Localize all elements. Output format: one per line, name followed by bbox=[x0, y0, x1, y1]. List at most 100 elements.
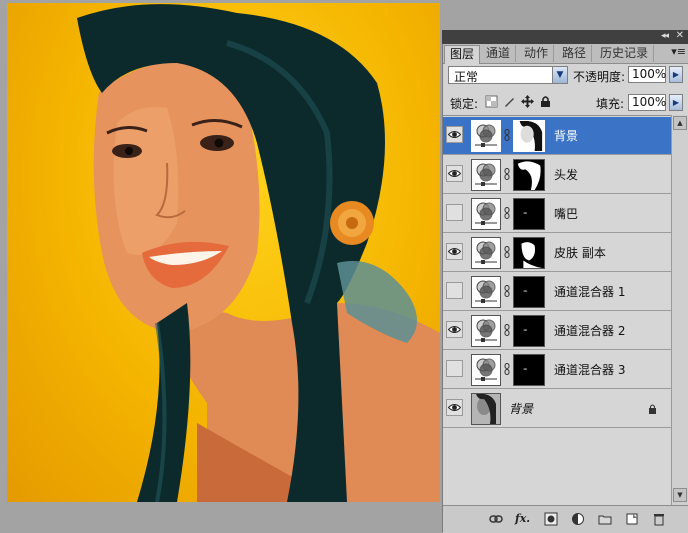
channel-mixer-icon bbox=[475, 241, 497, 264]
layer-row[interactable]: 背景 bbox=[443, 390, 671, 428]
panel-tabs: 图层 通道 动作 路径 历史记录 ▾≡ bbox=[443, 44, 688, 64]
tab-paths[interactable]: 路径 bbox=[557, 45, 593, 62]
eye-icon bbox=[448, 248, 461, 255]
lock-position-icon[interactable] bbox=[521, 95, 534, 108]
opacity-label: 不透明度: bbox=[573, 70, 626, 84]
panel-menu-icon[interactable]: ▾≡ bbox=[671, 45, 686, 58]
adjustment-thumbnail[interactable] bbox=[471, 315, 501, 347]
adjustment-thumbnail[interactable] bbox=[471, 354, 501, 386]
mask-preview-icon bbox=[514, 121, 544, 151]
mask-link-icon[interactable] bbox=[504, 168, 510, 180]
tab-actions[interactable]: 动作 bbox=[519, 45, 555, 62]
channel-mixer-icon bbox=[475, 163, 497, 186]
layer-lock-icon bbox=[649, 404, 656, 414]
mask-preview-icon bbox=[514, 355, 544, 385]
fill-field[interactable]: 100% bbox=[628, 94, 666, 111]
scroll-up-icon[interactable]: ▲ bbox=[673, 116, 687, 130]
layer-mask-thumbnail[interactable] bbox=[513, 120, 545, 152]
channel-mixer-icon bbox=[475, 358, 497, 381]
opacity-field[interactable]: 100% bbox=[628, 66, 666, 83]
mask-link-icon[interactable] bbox=[504, 324, 510, 336]
fill-label: 填充: bbox=[596, 97, 625, 111]
new-group-icon[interactable] bbox=[598, 512, 612, 526]
layer-row[interactable]: 背景 bbox=[443, 117, 671, 155]
opacity-slider-arrow-icon[interactable]: ▶ bbox=[669, 66, 683, 83]
mask-preview-icon bbox=[514, 199, 544, 229]
fill-slider-arrow-icon[interactable]: ▶ bbox=[669, 94, 683, 111]
visibility-toggle[interactable] bbox=[446, 243, 463, 260]
lock-image-pixels-icon[interactable] bbox=[503, 95, 516, 108]
layer-row[interactable]: 通道混合器 1 bbox=[443, 273, 671, 311]
layers-bottom-bar: fx. bbox=[443, 505, 688, 533]
layer-mask-thumbnail[interactable] bbox=[513, 276, 545, 308]
new-layer-icon[interactable] bbox=[625, 512, 639, 526]
channel-mixer-icon bbox=[475, 280, 497, 303]
visibility-toggle[interactable] bbox=[446, 126, 463, 143]
channel-mixer-icon bbox=[475, 124, 497, 147]
mask-link-icon[interactable] bbox=[504, 246, 510, 258]
layer-name: 皮肤 副本 bbox=[554, 246, 606, 260]
layer-name: 头发 bbox=[554, 168, 579, 182]
adjustment-thumbnail[interactable] bbox=[471, 159, 501, 191]
new-adjustment-layer-icon[interactable] bbox=[571, 512, 585, 526]
adjustment-thumbnail[interactable] bbox=[471, 237, 501, 269]
layer-name: 通道混合器 2 bbox=[554, 324, 626, 338]
visibility-toggle[interactable] bbox=[446, 399, 463, 416]
layer-name: 通道混合器 1 bbox=[554, 285, 626, 299]
layer-row[interactable]: 皮肤 副本 bbox=[443, 234, 671, 272]
panel-title-bar: ◂◂ ✕ bbox=[442, 30, 688, 44]
mask-link-icon[interactable] bbox=[504, 363, 510, 375]
eye-icon bbox=[448, 326, 461, 333]
scroll-down-icon[interactable]: ▼ bbox=[673, 488, 687, 502]
layer-mask-thumbnail[interactable] bbox=[513, 198, 545, 230]
mask-link-icon[interactable] bbox=[504, 129, 510, 141]
tab-history[interactable]: 历史记录 bbox=[595, 45, 655, 62]
layers-scrollbar[interactable]: ▲ ▼ bbox=[671, 115, 688, 505]
mask-preview-icon bbox=[514, 160, 544, 190]
tab-layers[interactable]: 图层 bbox=[444, 45, 481, 64]
channel-mixer-icon bbox=[475, 202, 497, 225]
layer-row[interactable]: 头发 bbox=[443, 156, 671, 194]
mask-link-icon[interactable] bbox=[504, 285, 510, 297]
layer-name: 嘴巴 bbox=[554, 207, 579, 221]
layer-mask-thumbnail[interactable] bbox=[513, 159, 545, 191]
trash-icon[interactable] bbox=[652, 512, 666, 526]
add-layer-mask-icon[interactable] bbox=[544, 512, 558, 526]
eye-icon bbox=[448, 404, 461, 411]
mask-preview-icon bbox=[514, 238, 544, 268]
collapse-panel-icon[interactable]: ◂◂ bbox=[661, 31, 669, 41]
blend-mode-select[interactable]: 正常 ▼ bbox=[448, 66, 568, 84]
eye-icon bbox=[448, 170, 461, 177]
layer-name: 背景 bbox=[509, 402, 534, 416]
layer-mask-thumbnail[interactable] bbox=[513, 354, 545, 386]
lock-label: 锁定: bbox=[450, 97, 479, 111]
visibility-toggle[interactable] bbox=[446, 165, 463, 182]
adjustment-thumbnail[interactable] bbox=[471, 276, 501, 308]
visibility-toggle[interactable] bbox=[446, 282, 463, 299]
layer-row[interactable]: 通道混合器 3 bbox=[443, 351, 671, 389]
visibility-toggle[interactable] bbox=[446, 204, 463, 221]
adjustment-thumbnail[interactable] bbox=[471, 120, 501, 152]
visibility-toggle[interactable] bbox=[446, 360, 463, 377]
lock-transparent-pixels-icon[interactable] bbox=[485, 95, 498, 108]
lock-all-icon[interactable] bbox=[539, 95, 552, 108]
layer-mask-thumbnail[interactable] bbox=[513, 315, 545, 347]
layer-name: 背景 bbox=[554, 129, 579, 143]
mask-link-icon[interactable] bbox=[504, 207, 510, 219]
chevron-down-icon[interactable]: ▼ bbox=[552, 67, 567, 83]
layer-thumbnail[interactable] bbox=[471, 393, 501, 425]
visibility-toggle[interactable] bbox=[446, 321, 463, 338]
close-panel-icon[interactable]: ✕ bbox=[676, 30, 684, 41]
adjustment-thumbnail[interactable] bbox=[471, 198, 501, 230]
tab-channels[interactable]: 通道 bbox=[481, 45, 517, 62]
document-canvas[interactable] bbox=[7, 3, 440, 502]
mask-preview-icon bbox=[514, 316, 544, 346]
fx-icon[interactable]: fx. bbox=[515, 512, 530, 526]
layer-row[interactable]: 嘴巴 bbox=[443, 195, 671, 233]
channel-mixer-icon bbox=[475, 319, 497, 342]
link-layers-icon[interactable] bbox=[489, 512, 503, 526]
portrait-photo bbox=[77, 4, 440, 502]
layer-row[interactable]: 通道混合器 2 bbox=[443, 312, 671, 350]
portrait-thumbnail-icon bbox=[472, 393, 500, 424]
layer-mask-thumbnail[interactable] bbox=[513, 237, 545, 269]
